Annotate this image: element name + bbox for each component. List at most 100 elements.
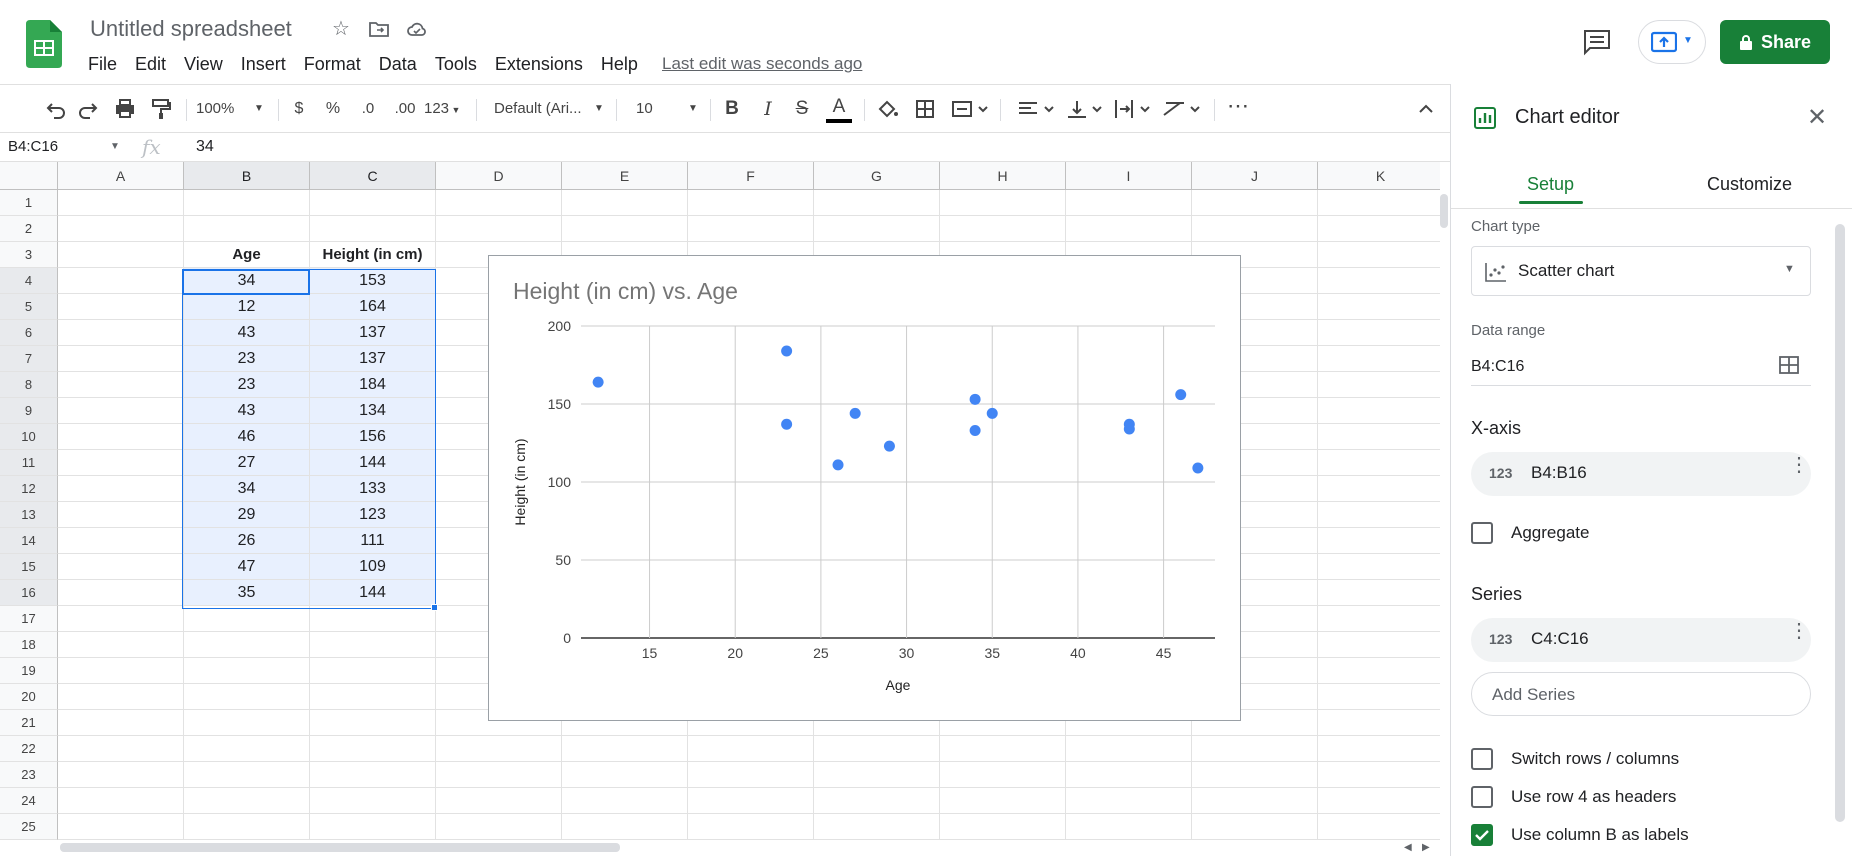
- row-header-3[interactable]: 3: [0, 242, 58, 268]
- cell-k18[interactable]: [1318, 632, 1440, 658]
- scroll-right-icon[interactable]: ▶: [1422, 842, 1430, 853]
- cell-c25[interactable]: [310, 814, 436, 840]
- last-edit-link[interactable]: Last edit was seconds ago: [662, 52, 862, 76]
- select-all-corner[interactable]: [0, 162, 58, 190]
- column-header-h[interactable]: H: [940, 162, 1066, 190]
- name-box-dropdown-icon[interactable]: ▼: [110, 141, 120, 152]
- cell-c23[interactable]: [310, 762, 436, 788]
- cell-i25[interactable]: [1066, 814, 1192, 840]
- cell-f25[interactable]: [688, 814, 814, 840]
- cell-b3[interactable]: Age: [184, 242, 310, 268]
- increase-decimal-button[interactable]: .00: [390, 95, 420, 123]
- cell-g23[interactable]: [814, 762, 940, 788]
- row-header-20[interactable]: 20: [0, 684, 58, 710]
- cell-k11[interactable]: [1318, 450, 1440, 476]
- cell-c11[interactable]: 144: [310, 450, 436, 476]
- cell-f22[interactable]: [688, 736, 814, 762]
- cell-f24[interactable]: [688, 788, 814, 814]
- cell-e1[interactable]: [562, 190, 688, 216]
- cell-b23[interactable]: [184, 762, 310, 788]
- cell-h1[interactable]: [940, 190, 1066, 216]
- menu-file[interactable]: File: [88, 52, 117, 76]
- row-header-18[interactable]: 18: [0, 632, 58, 658]
- cell-b12[interactable]: 34: [184, 476, 310, 502]
- cell-c17[interactable]: [310, 606, 436, 632]
- star-icon[interactable]: ☆: [330, 18, 352, 40]
- cell-k5[interactable]: [1318, 294, 1440, 320]
- cell-a24[interactable]: [58, 788, 184, 814]
- column-header-j[interactable]: J: [1192, 162, 1318, 190]
- select-data-range-icon[interactable]: [1779, 356, 1799, 374]
- column-header-d[interactable]: D: [436, 162, 562, 190]
- cell-b1[interactable]: [184, 190, 310, 216]
- cell-a18[interactable]: [58, 632, 184, 658]
- formula-input[interactable]: 34: [196, 138, 214, 156]
- cell-k3[interactable]: [1318, 242, 1440, 268]
- cell-c18[interactable]: [310, 632, 436, 658]
- more-vert-icon[interactable]: ⋮: [1789, 621, 1809, 641]
- menu-insert[interactable]: Insert: [241, 52, 286, 76]
- column-header-g[interactable]: G: [814, 162, 940, 190]
- fill-handle[interactable]: [431, 604, 438, 611]
- cell-a14[interactable]: [58, 528, 184, 554]
- text-color-button[interactable]: A: [826, 95, 852, 123]
- data-range-input[interactable]: B4:C16: [1471, 346, 1811, 386]
- cell-a5[interactable]: [58, 294, 184, 320]
- cell-d23[interactable]: [436, 762, 562, 788]
- cell-b20[interactable]: [184, 684, 310, 710]
- cell-b21[interactable]: [184, 710, 310, 736]
- cell-b15[interactable]: 47: [184, 554, 310, 580]
- menu-view[interactable]: View: [184, 52, 223, 76]
- cell-c20[interactable]: [310, 684, 436, 710]
- redo-icon[interactable]: [76, 95, 102, 123]
- row-headers-checkbox[interactable]: [1471, 786, 1493, 808]
- cell-b9[interactable]: 43: [184, 398, 310, 424]
- cell-c12[interactable]: 133: [310, 476, 436, 502]
- cell-k19[interactable]: [1318, 658, 1440, 684]
- row-header-23[interactable]: 23: [0, 762, 58, 788]
- present-dropdown-icon[interactable]: ▼: [1683, 35, 1693, 46]
- name-box[interactable]: B4:C16: [8, 138, 58, 155]
- chart-type-select[interactable]: Scatter chart ▼: [1471, 246, 1811, 296]
- cell-b11[interactable]: 27: [184, 450, 310, 476]
- cell-g22[interactable]: [814, 736, 940, 762]
- row-header-7[interactable]: 7: [0, 346, 58, 372]
- cell-k7[interactable]: [1318, 346, 1440, 372]
- print-icon[interactable]: [112, 95, 138, 123]
- cell-b18[interactable]: [184, 632, 310, 658]
- row-header-6[interactable]: 6: [0, 320, 58, 346]
- cell-c13[interactable]: 123: [310, 502, 436, 528]
- menu-help[interactable]: Help: [601, 52, 638, 76]
- row-header-16[interactable]: 16: [0, 580, 58, 606]
- text-wrapping-icon[interactable]: [1112, 95, 1152, 123]
- cell-a1[interactable]: [58, 190, 184, 216]
- cell-c15[interactable]: 109: [310, 554, 436, 580]
- column-header-f[interactable]: F: [688, 162, 814, 190]
- switch-rows-checkbox[interactable]: [1471, 748, 1493, 770]
- cell-b10[interactable]: 46: [184, 424, 310, 450]
- cell-j25[interactable]: [1192, 814, 1318, 840]
- italic-button[interactable]: I: [756, 95, 780, 123]
- cell-a17[interactable]: [58, 606, 184, 632]
- cell-c9[interactable]: 134: [310, 398, 436, 424]
- row-header-15[interactable]: 15: [0, 554, 58, 580]
- cell-g2[interactable]: [814, 216, 940, 242]
- currency-format-button[interactable]: $: [288, 95, 310, 123]
- cell-g25[interactable]: [814, 814, 940, 840]
- cell-c5[interactable]: 164: [310, 294, 436, 320]
- cell-b19[interactable]: [184, 658, 310, 684]
- decrease-decimal-button[interactable]: .0: [354, 95, 382, 123]
- cell-h2[interactable]: [940, 216, 1066, 242]
- cell-h24[interactable]: [940, 788, 1066, 814]
- cell-k14[interactable]: [1318, 528, 1440, 554]
- cell-b14[interactable]: 26: [184, 528, 310, 554]
- cell-k16[interactable]: [1318, 580, 1440, 606]
- row-header-9[interactable]: 9: [0, 398, 58, 424]
- zoom-select[interactable]: 100% ▼: [196, 95, 270, 123]
- more-formats-button[interactable]: 123 ▼: [424, 95, 468, 123]
- row-header-10[interactable]: 10: [0, 424, 58, 450]
- cell-d1[interactable]: [436, 190, 562, 216]
- cell-a13[interactable]: [58, 502, 184, 528]
- cell-c4[interactable]: 153: [310, 268, 436, 294]
- vertical-align-icon[interactable]: [1064, 95, 1104, 123]
